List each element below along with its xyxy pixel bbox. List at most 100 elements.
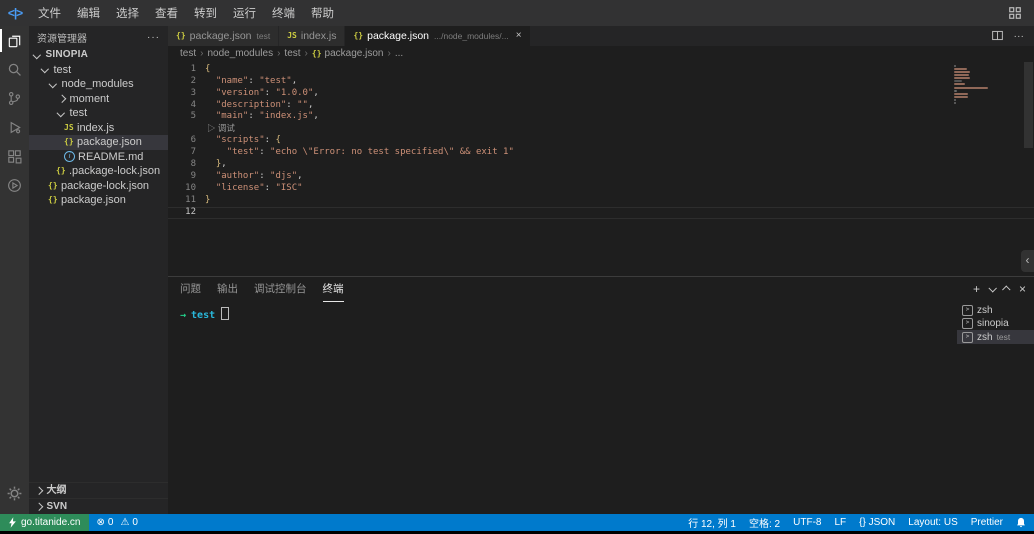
code-line-12: 12 [168,207,1034,219]
bell-icon[interactable] [1016,517,1026,528]
split-editor-icon[interactable] [991,29,1004,42]
breadcrumb[interactable]: test›node_modules›test›{}package.json›..… [168,46,1034,62]
terminal[interactable]: →test [168,301,957,514]
line-number: 9 [168,171,205,183]
remote-indicator[interactable]: go.titanide.cn [0,514,89,531]
file-tree: SINOPIAtestnode_modulesmomenttestJSindex… [29,48,168,482]
menu-item[interactable]: 选择 [108,5,147,21]
status-item[interactable]: 行 12, 列 1 [688,515,736,530]
minimap[interactable] [954,65,990,105]
breadcrumb-item[interactable]: test [180,48,196,59]
sidebar-section-SVN[interactable]: SVN [29,498,168,514]
activity-bar [0,26,29,514]
panel-tab-调试控制台[interactable]: 调试控制台 [254,277,307,301]
js-file-icon: JS [287,31,297,40]
extensions-icon[interactable] [0,142,29,171]
chevron-left-icon[interactable]: ‹ [1021,250,1034,272]
menu-item[interactable]: 运行 [225,5,264,21]
tab-label: package.json [367,30,429,42]
menu-item[interactable]: 查看 [147,5,186,21]
terminal-list-item[interactable]: >sinopia [957,317,1034,331]
tree-item-label: .package-lock.json [69,164,160,179]
line-number: 3 [168,88,205,100]
editor-tab-package.json[interactable]: {}package.jsontest [168,26,279,46]
tree-item-label: package.json [77,135,142,150]
section-label: 大纲 [47,483,67,498]
tree-item-label: test [70,106,88,121]
explorer-icon[interactable] [0,26,29,55]
breadcrumb-item[interactable]: ... [395,48,403,59]
maximize-panel-icon[interactable] [1002,286,1010,294]
chevron-right-icon [58,95,66,103]
tree-item-package-lock.json[interactable]: {}package-lock.json [29,179,168,194]
tree-item-package.json[interactable]: {}package.json [29,193,168,208]
breadcrumb-item[interactable]: {}package.json [312,48,384,59]
line-number: 8 [168,159,205,171]
menu-item[interactable]: 文件 [30,5,69,21]
terminal-list-item[interactable]: >zsh [957,303,1034,317]
app-logo-icon: <|> [0,6,30,20]
line-content: "author": "djs", [205,171,303,183]
line-content: "main": "index.js", [205,111,319,123]
terminal-icon: > [962,332,973,343]
panel-tab-问题[interactable]: 问题 [180,277,201,301]
new-terminal-icon[interactable]: + [973,282,980,296]
status-item[interactable]: Layout: US [908,517,957,528]
tree-item-label: README.md [78,150,143,165]
search-icon[interactable] [0,55,29,84]
run-circle-icon[interactable] [0,171,29,200]
breadcrumb-item[interactable]: test [284,48,300,59]
line-number: 4 [168,100,205,112]
close-icon[interactable]: × [516,30,522,41]
sidebar-section-大纲[interactable]: 大纲 [29,482,168,498]
status-item[interactable]: UTF-8 [793,517,821,528]
terminal-label: zsh [977,305,993,316]
line-number: 5 [168,111,205,123]
tree-item-test[interactable]: test [29,63,168,78]
tree-item-moment[interactable]: moment [29,92,168,107]
problems-status[interactable]: ⊗ 0 ⚠ 0 [89,514,146,531]
editor-tab-package.json[interactable]: {}package.json.../node_modules/...× [345,26,530,46]
breadcrumb-item[interactable]: node_modules [207,48,273,59]
codelens-debug[interactable]: ▷ 调试 [168,123,1034,135]
customize-layout-icon[interactable] [996,6,1034,20]
terminal-label: zsh [977,332,993,343]
code-editor[interactable]: 1{2 "name": "test",3 "version": "1.0.0",… [168,62,1034,219]
tree-item-package.json[interactable]: {}package.json [29,135,168,150]
status-item[interactable]: Prettier [971,517,1003,528]
tree-item-node_modules[interactable]: node_modules [29,77,168,92]
gear-icon[interactable] [0,479,29,508]
editor-area: {}package.jsontestJSindex.js{}package.js… [168,26,1034,514]
chevron-down-icon[interactable] [988,285,996,293]
editor-tab-index.js[interactable]: JSindex.js [279,26,345,46]
breadcrumb-separator: › [305,48,308,59]
run-debug-icon[interactable] [0,113,29,142]
panel-tab-输出[interactable]: 输出 [217,277,238,301]
more-actions-icon[interactable]: ··· [147,32,160,43]
menu-item[interactable]: 编辑 [69,5,108,21]
chevron-right-icon [35,487,43,495]
terminal-icon: > [962,318,973,329]
breadcrumb-separator: › [387,48,390,59]
more-actions-icon[interactable]: ··· [1014,30,1025,42]
tree-item-SINOPIA[interactable]: SINOPIA [29,48,168,63]
status-item[interactable]: LF [834,517,846,528]
panel-tab-终端[interactable]: 终端 [323,277,344,302]
line-content: "license": "ISC" [205,183,303,195]
tree-item-index.js[interactable]: JSindex.js [29,121,168,136]
tree-item-README.md[interactable]: iREADME.md [29,150,168,165]
status-item[interactable]: 空格: 2 [749,515,780,530]
code-line-8: 8 }, [168,159,1034,171]
editor-scrollbar[interactable] [1023,62,1034,277]
tree-item-.package-lock.json[interactable]: {}.package-lock.json [29,164,168,179]
menu-item[interactable]: 终端 [264,5,303,21]
breadcrumb-label: package.json [325,48,384,59]
menu-item[interactable]: 帮助 [303,5,342,21]
terminal-list-item[interactable]: >zshtest [957,330,1034,344]
source-control-icon[interactable] [0,84,29,113]
close-panel-icon[interactable]: × [1019,282,1026,296]
line-number: 10 [168,183,205,195]
tree-item-test[interactable]: test [29,106,168,121]
status-item[interactable]: {} JSON [859,517,895,528]
menu-item[interactable]: 转到 [186,5,225,21]
